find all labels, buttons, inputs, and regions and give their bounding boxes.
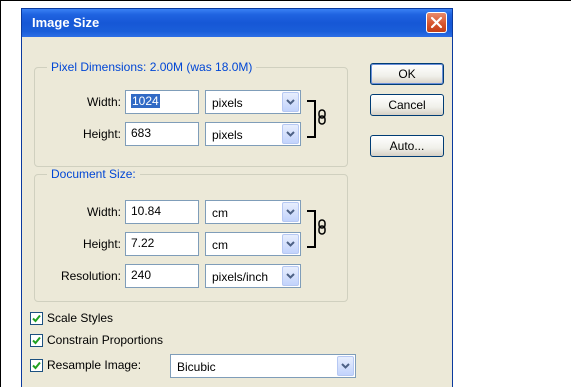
- resample-image-checkbox[interactable]: [30, 359, 43, 372]
- page-border-left: [0, 0, 1, 387]
- doc-height-unit-dropdown-button[interactable]: [282, 234, 299, 254]
- pixel-width-unit-select[interactable]: pixels: [205, 90, 301, 114]
- pixel-height-label: Height:: [82, 127, 121, 141]
- doc-constrain-bracket: [307, 210, 326, 248]
- doc-height-value: 7.22: [131, 236, 155, 250]
- resolution-unit: pixels/inch: [212, 270, 269, 284]
- image-size-dialog: Image Size Pixel Dimensions: 2.00M (was …: [21, 8, 453, 387]
- chain-link-icon: [318, 219, 326, 235]
- cancel-button[interactable]: Cancel: [370, 94, 444, 116]
- chain-link-icon: [318, 109, 326, 125]
- resolution-label: Resolution:: [60, 269, 121, 283]
- pixel-width-unit-dropdown-button[interactable]: [282, 92, 299, 112]
- doc-height-label: Height:: [82, 237, 121, 251]
- pixel-width-value: 1024: [131, 94, 160, 108]
- chevron-down-icon: [341, 363, 350, 369]
- auto-button[interactable]: Auto...: [370, 135, 444, 157]
- dialog-title: Image Size: [32, 15, 100, 30]
- pixel-height-unit: pixels: [212, 128, 243, 142]
- resolution-value: 240: [131, 268, 152, 282]
- scale-styles-label[interactable]: Scale Styles: [47, 311, 113, 325]
- close-icon: [430, 16, 443, 29]
- page-border-top: [0, 0, 571, 1]
- title-bar[interactable]: Image Size: [22, 9, 452, 37]
- chevron-down-icon: [286, 131, 295, 137]
- doc-height-unit-select[interactable]: cm: [205, 232, 301, 256]
- doc-height-unit: cm: [212, 238, 228, 252]
- chevron-down-icon: [286, 273, 295, 279]
- resample-method-dropdown-button[interactable]: [337, 356, 354, 376]
- pixel-constrain-bracket: [307, 100, 326, 138]
- doc-width-unit-select[interactable]: cm: [205, 200, 301, 224]
- chevron-down-icon: [286, 209, 295, 215]
- checkmark-icon: [32, 361, 41, 370]
- doc-height-input[interactable]: 7.22: [125, 232, 199, 256]
- pixel-height-unit-select[interactable]: pixels: [205, 122, 301, 146]
- checkmark-icon: [32, 336, 41, 345]
- chevron-down-icon: [286, 99, 295, 105]
- pixel-width-unit: pixels: [212, 96, 243, 110]
- doc-width-input[interactable]: 10.84: [125, 200, 199, 224]
- checkmark-icon: [32, 314, 41, 323]
- pixel-width-input[interactable]: 1024: [125, 90, 199, 114]
- resolution-unit-select[interactable]: pixels/inch: [205, 264, 301, 288]
- pixel-dimensions-group: Pixel Dimensions: 2.00M (was 18.0M) Widt…: [34, 60, 348, 167]
- resolution-input[interactable]: 240: [125, 264, 199, 288]
- doc-width-value: 10.84: [131, 204, 162, 218]
- constrain-proportions-checkbox[interactable]: [30, 334, 43, 347]
- doc-width-unit-dropdown-button[interactable]: [282, 202, 299, 222]
- pixel-height-input[interactable]: 683: [125, 122, 199, 146]
- doc-width-label: Width:: [86, 205, 121, 219]
- doc-width-unit: cm: [212, 206, 228, 220]
- scale-styles-checkbox[interactable]: [30, 312, 43, 325]
- constrain-proportions-label[interactable]: Constrain Proportions: [47, 333, 163, 347]
- pixel-height-value: 683: [131, 126, 152, 140]
- resample-method-select[interactable]: Bicubic: [170, 354, 356, 378]
- resample-method: Bicubic: [177, 360, 216, 374]
- pixel-width-label: Width:: [86, 95, 121, 109]
- ok-button[interactable]: OK: [370, 63, 444, 85]
- resample-image-label[interactable]: Resample Image:: [47, 358, 141, 372]
- pixel-height-unit-dropdown-button[interactable]: [282, 124, 299, 144]
- resolution-unit-dropdown-button[interactable]: [282, 266, 299, 286]
- pixel-dimensions-legend: Pixel Dimensions: 2.00M (was 18.0M): [47, 60, 257, 74]
- document-size-group: Document Size: Width: 10.84 cm Height: 7…: [34, 167, 348, 302]
- chevron-down-icon: [286, 241, 295, 247]
- close-button[interactable]: [426, 12, 447, 33]
- document-size-legend: Document Size:: [47, 167, 140, 181]
